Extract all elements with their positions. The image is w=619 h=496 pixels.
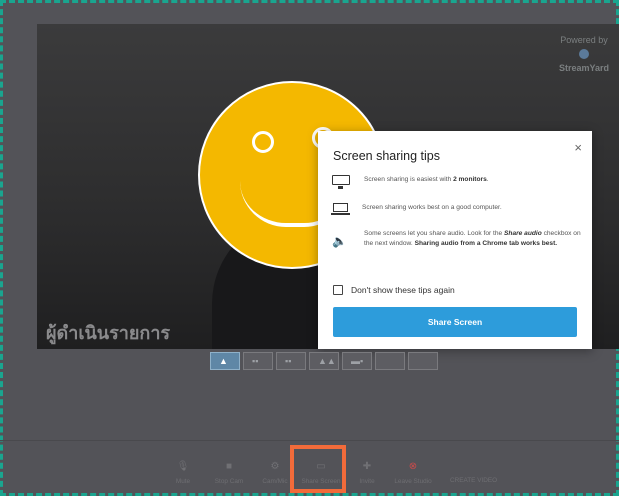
layout-solo[interactable]: ▲	[210, 352, 240, 370]
tip-monitors: Screen sharing is easiest with 2 monitor…	[332, 175, 582, 189]
streamyard-watermark: Powered by StreamYard	[549, 24, 619, 74]
camera-icon: ■	[225, 461, 233, 472]
mute-button[interactable]: 🎙 Mute	[160, 460, 206, 485]
layout-selector: ▲ ▪▪ ▪▪ ▲▲ ▬▪	[210, 352, 438, 370]
leave-studio-button[interactable]: ⊗ Leave Studio	[390, 460, 436, 485]
invite-label: Invite	[359, 478, 375, 485]
toolbar-divider	[0, 440, 619, 441]
layout-grid[interactable]: ▪▪	[276, 352, 306, 370]
layout-group[interactable]: ▲▲	[309, 352, 339, 370]
share-screen-button[interactable]: Share Screen	[333, 307, 577, 337]
tip-text: Some screens let you share audio. Look f…	[364, 230, 581, 247]
share-screen-highlight-box	[290, 445, 346, 493]
layout-split[interactable]	[375, 352, 405, 370]
layout-two[interactable]: ▪▪	[243, 352, 273, 370]
speaker-icon: 🔈	[332, 234, 347, 248]
close-circle-icon: ⊗	[408, 461, 418, 472]
microphone-icon: 🎙	[176, 461, 190, 472]
watermark-logo-icon	[579, 49, 589, 59]
screen-sharing-tips-dialog: Screen sharing tips × Screen sharing is …	[318, 131, 592, 349]
two-people-icon: ▪▪	[252, 356, 259, 366]
dialog-title: Screen sharing tips	[333, 149, 441, 163]
create-video-button[interactable]: CREATE VIDEO	[450, 477, 497, 484]
cam-mic-label: Cam/Mic	[262, 478, 288, 485]
tip-computer: Screen sharing works best on a good comp…	[331, 203, 582, 215]
stop-cam-button[interactable]: ■ Stop Cam	[206, 460, 252, 485]
dont-show-again-row[interactable]: Don't show these tips again	[333, 285, 455, 295]
leave-studio-label: Leave Studio	[394, 478, 432, 485]
group-icon: ▲▲	[318, 356, 336, 366]
person-icon: ▲	[219, 356, 228, 366]
laptop-icon	[331, 203, 350, 215]
stop-cam-label: Stop Cam	[214, 478, 244, 485]
layout-spotlight[interactable]: ▬▪	[342, 352, 372, 370]
watermark-name: StreamYard	[558, 63, 610, 73]
invite-button[interactable]: ✚ Invite	[344, 460, 390, 485]
dont-show-again-label: Don't show these tips again	[351, 285, 455, 295]
watermark-top: Powered by	[560, 35, 608, 45]
close-button[interactable]: ×	[574, 140, 582, 155]
smiley-left-eye	[252, 131, 274, 153]
add-user-icon: ✚	[362, 461, 372, 472]
tip-text: Screen sharing works best on a good comp…	[362, 204, 502, 211]
mute-label: Mute	[175, 478, 191, 485]
grid-icon: ▪▪	[285, 356, 292, 366]
spotlight-icon: ▬▪	[351, 356, 364, 366]
tip-audio: 🔈 Some screens let you share audio. Look…	[332, 229, 582, 249]
presenter-name-caption: ผู้ดำเนินรายการ	[46, 323, 171, 343]
dont-show-again-checkbox[interactable]	[333, 285, 343, 295]
monitor-icon	[332, 175, 350, 189]
tip-text: Screen sharing is easiest with 2 monitor…	[364, 176, 489, 183]
layout-blank[interactable]	[408, 352, 438, 370]
